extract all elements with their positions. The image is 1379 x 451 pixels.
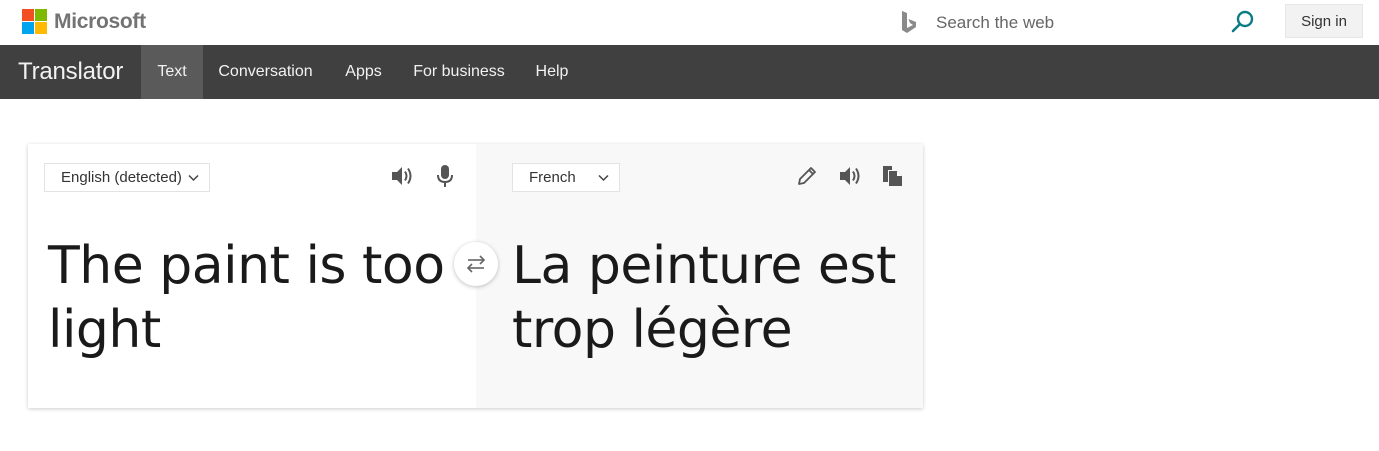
source-text[interactable]: The paint is too light <box>48 234 458 362</box>
microsoft-logo[interactable]: Microsoft <box>22 9 146 34</box>
top-bar: Microsoft Sign in <box>0 0 1379 45</box>
translation-card: English (detected) The paint is too ligh… <box>28 144 923 408</box>
source-pane: English (detected) The paint is too ligh… <box>28 144 476 408</box>
target-speaker-button[interactable] <box>835 161 865 191</box>
target-language-label: French <box>529 169 576 186</box>
nav-tab-conversation[interactable]: Conversation <box>203 45 328 99</box>
speaker-icon <box>840 167 860 185</box>
brand-name: Microsoft <box>54 9 146 33</box>
source-speaker-button[interactable] <box>387 161 417 191</box>
translator-brand[interactable]: Translator <box>18 45 123 99</box>
chevron-down-icon <box>598 174 609 181</box>
search-icon <box>1231 10 1254 32</box>
target-pane: French La peinture est trop légère <box>476 144 923 408</box>
search-button[interactable] <box>1226 6 1260 40</box>
nav-tab-text[interactable]: Text <box>141 45 203 99</box>
microphone-button[interactable] <box>430 161 460 191</box>
nav-tab-apps[interactable]: Apps <box>328 45 399 99</box>
chevron-down-icon <box>188 174 199 181</box>
pencil-icon <box>798 167 816 185</box>
target-language-select[interactable]: French <box>512 163 620 192</box>
nav-tab-help[interactable]: Help <box>519 45 585 99</box>
sign-in-button[interactable]: Sign in <box>1285 4 1363 38</box>
translator-nav: Translator Text Conversation Apps For bu… <box>0 45 1379 99</box>
microsoft-logo-icon <box>22 9 47 34</box>
source-language-select[interactable]: English (detected) <box>44 163 210 192</box>
translated-text: La peinture est trop légère <box>512 236 896 360</box>
edit-button[interactable] <box>792 161 822 191</box>
copy-button[interactable] <box>877 161 907 191</box>
swap-languages-button[interactable] <box>454 242 498 286</box>
microphone-icon <box>437 165 453 187</box>
source-language-label: English (detected) <box>61 169 182 186</box>
speaker-icon <box>392 167 412 185</box>
swap-arrows-icon <box>466 255 486 273</box>
search-input[interactable] <box>926 9 1216 37</box>
bing-icon <box>902 11 916 33</box>
nav-tab-for-business[interactable]: For business <box>399 45 519 99</box>
copy-icon <box>883 166 902 186</box>
